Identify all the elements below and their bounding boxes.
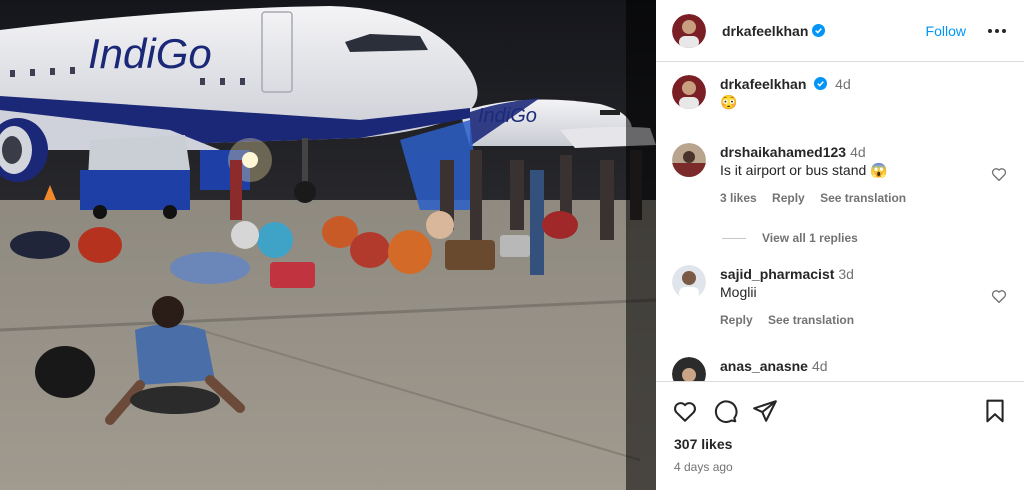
- caption: drkafeelkhan 4d 😳: [672, 75, 1008, 111]
- comments-list[interactable]: drkafeelkhan 4d 😳 drshaikahamed123 4d Is …: [656, 63, 1024, 381]
- share-icon[interactable]: [752, 398, 778, 424]
- commenter-avatar[interactable]: [672, 357, 706, 381]
- reply-button[interactable]: Reply: [772, 191, 805, 205]
- caption-time: 4d: [835, 76, 851, 92]
- airport-tarmac-photo: IndiGo IndiGo: [0, 0, 656, 490]
- comment-time: 4d: [850, 144, 866, 160]
- comment-time: 4d: [811, 358, 828, 374]
- comment-item: drshaikahamed123 4d Is it airport or bus …: [672, 143, 1008, 207]
- like-comment-heart-icon[interactable]: [990, 287, 1008, 305]
- comment-username[interactable]: anas_anasne: [720, 358, 808, 374]
- commenter-avatar[interactable]: [672, 143, 706, 177]
- author-avatar[interactable]: [672, 75, 706, 109]
- author-username[interactable]: drkafeelkhan: [722, 23, 808, 39]
- caption-author[interactable]: drkafeelkhan: [720, 76, 806, 92]
- post-actions: 307 likes 4 days ago: [656, 381, 1024, 490]
- verified-badge-icon: [814, 77, 828, 90]
- plane1-logo: IndiGo: [88, 30, 212, 77]
- comment-item: anas_anasne 4d: [672, 357, 1008, 381]
- verified-badge-icon: [812, 24, 826, 37]
- post-header: drkafeelkhan Follow: [656, 0, 1024, 62]
- caption-text: 😳: [720, 94, 738, 110]
- follow-button[interactable]: Follow: [926, 23, 966, 39]
- see-translation-button[interactable]: See translation: [820, 191, 906, 205]
- heart-icon[interactable]: [672, 398, 698, 424]
- commenter-avatar[interactable]: [672, 265, 706, 299]
- like-comment-heart-icon[interactable]: [990, 165, 1008, 183]
- comment-icon[interactable]: [712, 398, 738, 424]
- author-avatar[interactable]: [672, 13, 706, 48]
- post-image: IndiGo IndiGo: [0, 0, 656, 490]
- bookmark-icon[interactable]: [982, 398, 1008, 424]
- see-translation-button[interactable]: See translation: [768, 313, 854, 327]
- more-options-icon[interactable]: [986, 20, 1008, 42]
- plane2-logo: IndiGo: [478, 105, 537, 127]
- post-panel: drkafeelkhan Follow drkafeelkhan 4d 😳 dr…: [656, 0, 1024, 490]
- reply-button[interactable]: Reply: [720, 313, 753, 327]
- comment-text: Moglii: [720, 284, 757, 300]
- likes-count[interactable]: 307 likes: [674, 436, 732, 452]
- comment-likes[interactable]: 3 likes: [720, 191, 757, 205]
- comment-username[interactable]: drshaikahamed123: [720, 144, 846, 160]
- comment-username[interactable]: sajid_pharmacist: [720, 266, 834, 282]
- replies-divider: [722, 237, 746, 239]
- post-date: 4 days ago: [674, 460, 733, 474]
- comment-text: Is it airport or bus stand 😱: [720, 162, 888, 178]
- comment-item: sajid_pharmacist 3d Moglii Reply See tran…: [672, 265, 1008, 329]
- view-replies-button[interactable]: View all 1 replies: [722, 231, 858, 245]
- view-replies-label: View all 1 replies: [762, 231, 858, 245]
- comment-time: 3d: [838, 266, 854, 282]
